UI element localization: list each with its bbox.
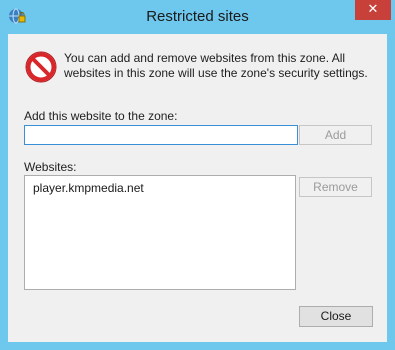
dialog-title: Restricted sites xyxy=(146,8,249,25)
remove-button[interactable]: Remove xyxy=(299,177,372,197)
close-button[interactable]: Close xyxy=(299,306,373,327)
info-text: You can add and remove websites from thi… xyxy=(64,51,368,80)
close-icon[interactable]: ✕ xyxy=(355,0,391,20)
add-website-input[interactable] xyxy=(24,125,298,145)
list-item[interactable]: player.kmpmedia.net xyxy=(33,181,144,195)
websites-label: Websites: xyxy=(24,160,77,174)
add-button[interactable]: Add xyxy=(299,125,372,145)
dialog-client-area: You can add and remove websites from thi… xyxy=(8,34,387,342)
dialog-window: Restricted sites ✕ You can add and remov… xyxy=(0,0,395,350)
restricted-icon xyxy=(24,50,58,84)
add-website-label: Add this website to the zone: xyxy=(24,109,178,123)
title-bar[interactable]: Restricted sites ✕ xyxy=(0,0,395,34)
websites-list[interactable]: player.kmpmedia.net xyxy=(24,175,296,290)
